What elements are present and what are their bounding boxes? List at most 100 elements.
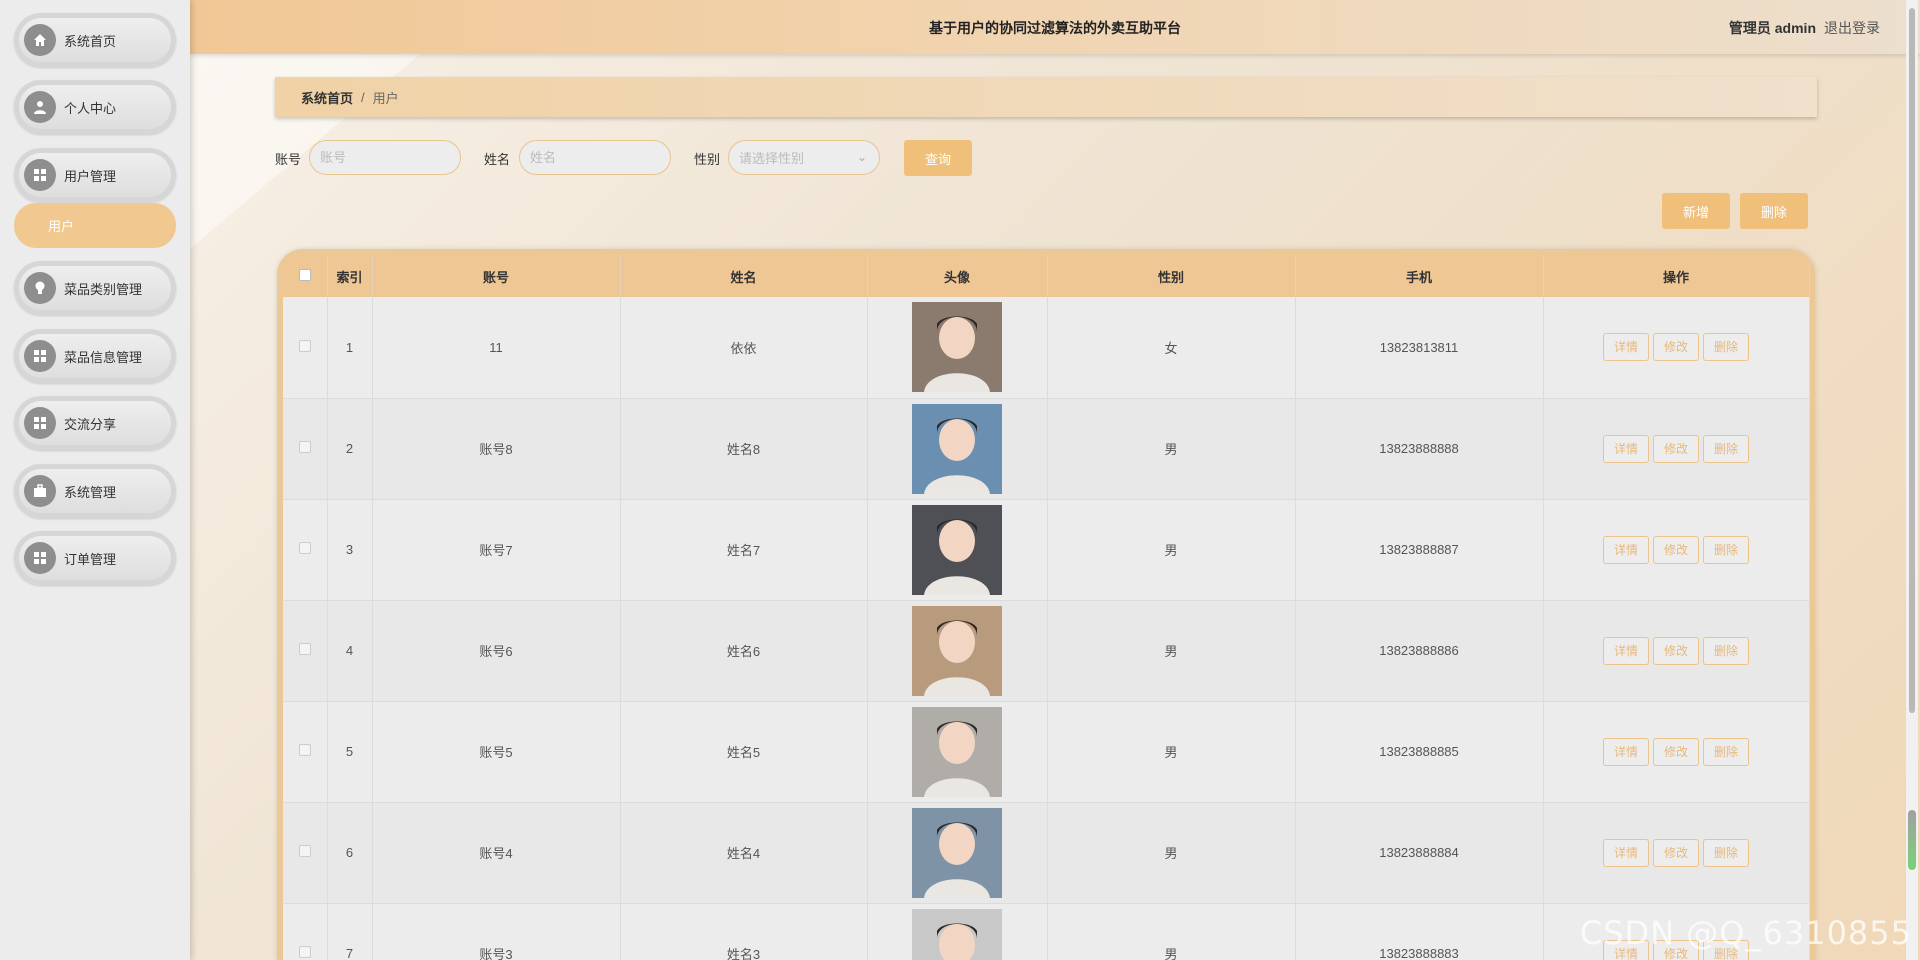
user-table-container: 索引 账号 姓名 头像 性别 手机 操作 1 11 依依女 13823813811 详情…: [277, 249, 1815, 960]
table-row: 3 账号7 姓名7 男 13823888887 详情 修改 删除: [283, 499, 1810, 601]
cell-account: 账号6: [372, 600, 621, 702]
delete-button[interactable]: 删除: [1703, 333, 1749, 362]
sidebar-item-profile[interactable]: 个人中心: [14, 80, 176, 134]
cell-phone: 13823888888: [1295, 398, 1544, 500]
cell-actions: 详情 修改 删除: [1543, 499, 1810, 601]
cell-gender: 男: [1047, 600, 1296, 702]
detail-button[interactable]: 详情: [1603, 636, 1649, 665]
gender-label: 性别: [694, 152, 721, 167]
sidebar-item-dish-category[interactable]: 菜品类别管理: [14, 261, 176, 315]
row-checkbox[interactable]: [283, 802, 328, 904]
delete-button[interactable]: 删除: [1703, 838, 1749, 867]
cell-account: 账号7: [372, 499, 621, 601]
column-header: 姓名: [620, 255, 868, 297]
sidebar-item-system[interactable]: 系统管理: [14, 464, 176, 518]
scrollbar-thumb[interactable]: [1909, 8, 1915, 713]
cell-name: 姓名7: [620, 499, 868, 601]
row-checkbox[interactable]: [283, 499, 328, 601]
cell-gender: 男: [1047, 701, 1296, 803]
sidebar-item-share[interactable]: 交流分享: [14, 396, 176, 450]
edit-button[interactable]: 修改: [1653, 333, 1699, 362]
sidebar-subitem-user[interactable]: 用户: [14, 203, 176, 248]
grid-icon: [24, 340, 56, 372]
sidebar-item-user-management[interactable]: 用户管理: [14, 148, 176, 202]
breadcrumb-home[interactable]: 系统首页: [301, 88, 353, 107]
avatar: [912, 706, 1002, 797]
select-all-checkbox[interactable]: [283, 255, 328, 297]
edit-button[interactable]: 修改: [1653, 737, 1699, 766]
column-header: 账号: [372, 255, 621, 297]
logout-link[interactable]: 退出登录: [1824, 18, 1880, 38]
add-button[interactable]: 新增: [1662, 193, 1730, 229]
sidebar-item-label: 菜品信息管理: [64, 349, 143, 365]
query-button[interactable]: 查询: [904, 140, 972, 176]
top-header: 基于用户的协同过滤算法的外卖互助平台 管理员 admin 退出登录: [190, 0, 1920, 54]
table-row: 6 账号4 姓名4 男 13823888884 详情 修改 删除: [283, 802, 1810, 904]
cell-gender: 男: [1047, 802, 1296, 904]
delete-button[interactable]: 删除: [1703, 535, 1749, 564]
sidebar: 系统首页 个人中心 用户管理 用户 菜品类别管理 菜品信息管理 交流分享 系统管…: [0, 0, 190, 960]
avatar: [912, 403, 1002, 494]
cell-name: 姓名5: [620, 701, 868, 803]
name-input[interactable]: [519, 140, 671, 175]
cell-gender: 男: [1047, 499, 1296, 601]
edit-button[interactable]: 修改: [1653, 535, 1699, 564]
row-checkbox[interactable]: [283, 297, 328, 399]
cell-account: 账号4: [372, 802, 621, 904]
detail-button[interactable]: 详情: [1603, 434, 1649, 463]
cell-index: 2: [327, 398, 373, 500]
cell-phone: 13823888885: [1295, 701, 1544, 803]
detail-button[interactable]: 详情: [1603, 535, 1649, 564]
cell-actions: 详情 修改 删除: [1543, 701, 1810, 803]
edit-button[interactable]: 修改: [1653, 636, 1699, 665]
edit-button[interactable]: 修改: [1653, 434, 1699, 463]
delete-button[interactable]: 删除: [1703, 737, 1749, 766]
app-title: 基于用户的协同过滤算法的外卖互助平台: [929, 20, 1181, 36]
sidebar-item-label: 菜品类别管理: [64, 281, 143, 297]
avatar: [912, 908, 1002, 960]
cell-gender: 男: [1047, 398, 1296, 500]
grid-icon: [24, 159, 56, 191]
batch-delete-button[interactable]: 删除: [1740, 193, 1808, 229]
breadcrumb-current: 用户: [372, 90, 399, 106]
account-label: 账号: [275, 152, 302, 167]
user-table: 索引 账号 姓名 头像 性别 手机 操作 1 11 依依女 13823813811 详情…: [283, 255, 1810, 960]
cell-index: 1: [327, 297, 373, 399]
cell-actions: 详情 修改 删除: [1543, 600, 1810, 702]
watermark: CSDN @Q_6310855: [1579, 914, 1912, 952]
scrollbar-indicator: [1908, 810, 1916, 870]
detail-button[interactable]: 详情: [1603, 838, 1649, 867]
detail-button[interactable]: 详情: [1603, 737, 1649, 766]
sidebar-item-label: 个人中心: [64, 100, 117, 116]
delete-button[interactable]: 删除: [1703, 636, 1749, 665]
page-scrollbar[interactable]: [1906, 0, 1918, 960]
account-input[interactable]: [309, 140, 461, 175]
briefcase-icon: [24, 475, 56, 507]
row-checkbox[interactable]: [283, 398, 328, 500]
sidebar-item-label: 订单管理: [64, 551, 117, 567]
cell-gender: 女: [1047, 297, 1296, 399]
sidebar-item-home[interactable]: 系统首页: [14, 13, 176, 67]
cell-name: 依依: [620, 297, 868, 399]
edit-button[interactable]: 修改: [1653, 838, 1699, 867]
table-row: 4 账号6 姓名6 男 13823888886 详情 修改 删除: [283, 600, 1810, 702]
delete-button[interactable]: 删除: [1703, 434, 1749, 463]
user-icon: [24, 91, 56, 123]
row-checkbox[interactable]: [283, 903, 328, 960]
row-checkbox[interactable]: [283, 600, 328, 702]
column-header: 性别: [1047, 255, 1296, 297]
current-user: 管理员 admin: [1728, 20, 1816, 36]
sidebar-item-dish-info[interactable]: 菜品信息管理: [14, 329, 176, 383]
gender-select[interactable]: 请选择性别 ⌄: [728, 140, 880, 175]
cell-index: 6: [327, 802, 373, 904]
sidebar-item-orders[interactable]: 订单管理: [14, 531, 176, 585]
cell-avatar: [867, 297, 1048, 399]
cell-account: 账号8: [372, 398, 621, 500]
cell-avatar: [867, 600, 1048, 702]
table-row: 2 账号8 姓名8 男 13823888888 详情 修改 删除: [283, 398, 1810, 500]
chevron-down-icon: ⌄: [856, 150, 867, 164]
row-checkbox[interactable]: [283, 701, 328, 803]
cell-phone: 13823888884: [1295, 802, 1544, 904]
cell-index: 5: [327, 701, 373, 803]
detail-button[interactable]: 详情: [1603, 333, 1649, 362]
